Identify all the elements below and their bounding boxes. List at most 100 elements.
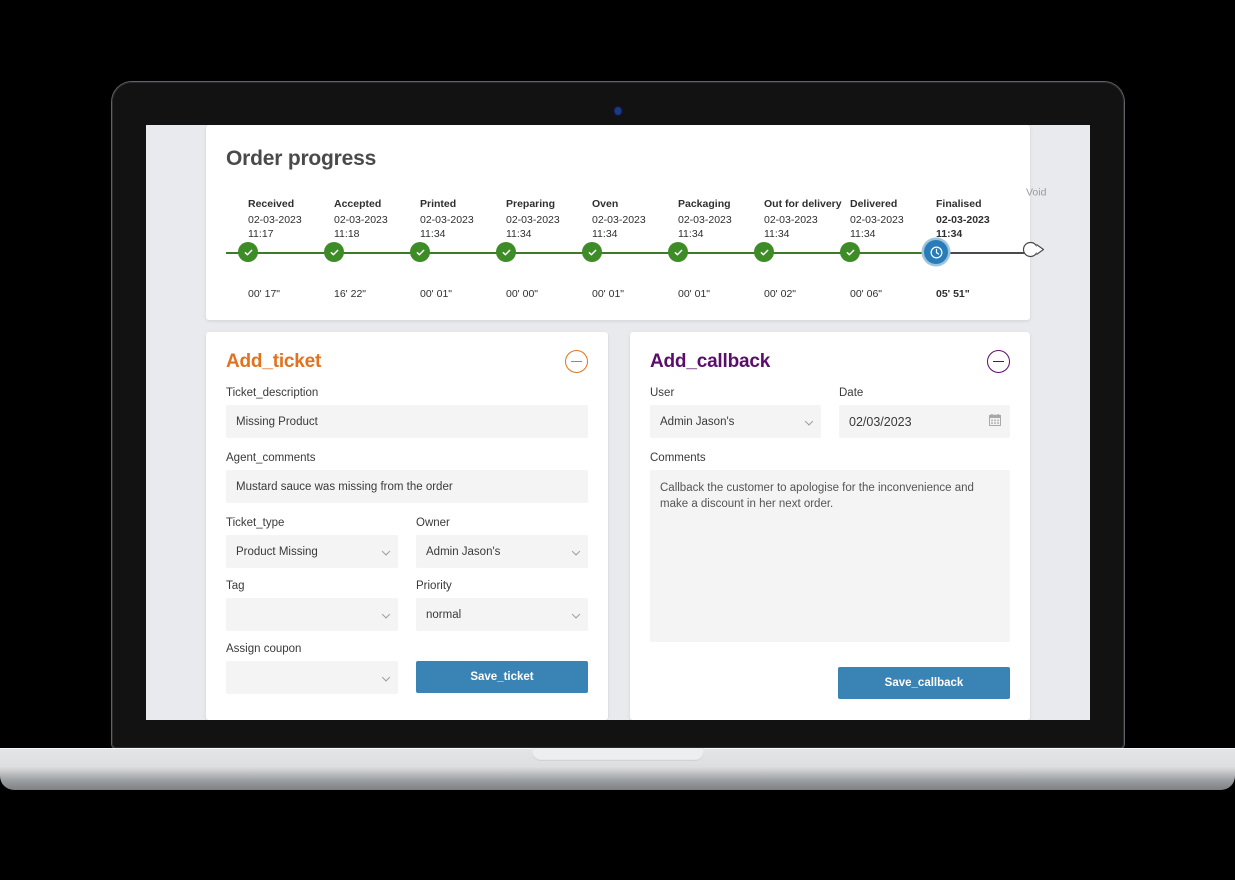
laptop-base-notch — [531, 748, 704, 761]
ticket-type-field: Ticket_type Product Missing — [226, 517, 398, 568]
timeline-step-duration: 00' 06" — [850, 288, 883, 300]
timeline-step-label: Received — [248, 198, 295, 210]
timeline-step-void[interactable]: Void — [1022, 187, 1048, 264]
tag-priority-row: Tag Priority normal — [226, 580, 588, 631]
agent-comments-input[interactable] — [226, 470, 588, 503]
minus-circle-icon[interactable] — [987, 350, 1010, 373]
order-progress-card: Order progress Received 02-03-2023 11:17 00… — [206, 125, 1046, 320]
timeline-step-date: 02-03-2023 — [850, 214, 904, 226]
timeline-step-label: Packaging — [678, 198, 731, 210]
owner-select[interactable]: Admin Jason's — [416, 535, 588, 568]
check-icon — [324, 242, 344, 262]
comments-label: Comments — [650, 452, 706, 464]
priority-field: Priority normal — [416, 580, 588, 631]
minus-bar — [993, 360, 1004, 363]
check-icon — [496, 242, 516, 262]
date-label: Date — [839, 387, 864, 399]
ticket-type-select[interactable]: Product Missing — [226, 535, 398, 568]
spacer-label — [416, 643, 588, 655]
user-field: User Admin Jason's — [650, 387, 821, 438]
priority-label: Priority — [416, 580, 452, 592]
chevron-down-icon — [571, 609, 581, 619]
ticket-type-value: Product Missing — [236, 545, 318, 558]
user-label: User — [650, 387, 675, 399]
chevron-down-icon — [381, 546, 391, 556]
add-callback-panel: Add_callback User Admin Jason's Date 02/… — [630, 332, 1030, 720]
timeline-step-time: 11:34 — [936, 228, 963, 240]
timeline-step-date: 02-03-2023 — [764, 214, 818, 226]
date-input-wrapper — [839, 405, 1010, 438]
tag-field: Tag — [226, 580, 398, 631]
timeline-step-duration: 00' 00" — [506, 288, 539, 300]
page-title: Order progress — [226, 147, 377, 170]
timeline-step-time: 11:34 — [850, 228, 876, 240]
check-icon — [238, 242, 258, 262]
timeline-step-date: 02-03-2023 — [334, 214, 388, 226]
date-input[interactable] — [839, 405, 1010, 438]
chevron-down-icon — [804, 416, 814, 426]
timeline-step-date: 02-03-2023 — [420, 214, 474, 226]
date-field: Date — [839, 387, 1010, 438]
user-value: Admin Jason's — [660, 415, 735, 428]
chevron-down-icon — [381, 609, 391, 619]
minus-bar — [571, 360, 582, 363]
timeline-step-label: Accepted — [334, 198, 382, 210]
timeline-step-label: Out for delivery — [764, 198, 842, 210]
timeline-step-label: Oven — [592, 198, 619, 210]
timeline-step-label: Finalised — [936, 198, 982, 210]
save-callback-button[interactable]: Save_callback — [838, 667, 1010, 699]
ticket-type-label: Ticket_type — [226, 517, 285, 529]
save-ticket-button[interactable]: Save_ticket — [416, 661, 588, 693]
chevron-down-icon — [381, 672, 391, 682]
tag-label: Tag — [226, 580, 245, 592]
timeline-step-date: 02-03-2023 — [936, 214, 990, 226]
timeline-step-time: 11:34 — [764, 228, 790, 240]
timeline-step-time: 11:18 — [334, 228, 360, 240]
timeline-step-duration: 00' 17" — [248, 288, 281, 300]
calendar-icon[interactable] — [988, 413, 1002, 431]
assign-coupon-select[interactable] — [226, 661, 398, 694]
laptop-screen: Order progress Received 02-03-2023 11:17 00… — [146, 125, 1090, 720]
add-ticket-header: Add_ticket — [226, 350, 588, 373]
priority-select[interactable]: normal — [416, 598, 588, 631]
ticket-type-owner-row: Ticket_type Product Missing Owner Admin … — [226, 517, 588, 568]
screenshot-stage: Order progress Received 02-03-2023 11:17 00… — [0, 0, 1235, 880]
timeline-step-time: 11:34 — [592, 228, 618, 240]
timeline-step-duration: 00' 01" — [420, 288, 453, 300]
check-icon — [582, 242, 602, 262]
timeline-void-label: Void — [1026, 186, 1047, 199]
laptop-base — [0, 748, 1235, 790]
timeline-step-label: Printed — [420, 198, 457, 210]
priority-value: normal — [426, 608, 462, 621]
tag-select[interactable] — [226, 598, 398, 631]
ticket-description-label: Ticket_description — [226, 387, 319, 399]
check-icon — [754, 242, 774, 262]
comments-textarea[interactable]: Callback the customer to apologise for t… — [650, 470, 1010, 642]
laptop-lid: Order progress Received 02-03-2023 11:17 00… — [112, 82, 1124, 748]
timeline-step-time: 11:34 — [506, 228, 532, 240]
void-circle-icon — [1022, 241, 1048, 264]
user-select[interactable]: Admin Jason's — [650, 405, 821, 438]
add-ticket-title: Add_ticket — [226, 350, 322, 372]
timeline-step-time: 11:34 — [420, 228, 446, 240]
camera-dot-icon — [614, 107, 622, 115]
add-callback-title: Add_callback — [650, 350, 771, 372]
timeline-step-label: Delivered — [850, 198, 898, 210]
coupon-save-row: Assign coupon Save_ticket — [226, 643, 588, 694]
timeline-step-duration: 00' 01" — [678, 288, 711, 300]
minus-circle-icon[interactable] — [565, 350, 588, 373]
chevron-down-icon — [571, 546, 581, 556]
timeline-step-duration: 16' 22" — [334, 288, 367, 300]
timeline-step-time: 11:17 — [248, 228, 274, 240]
assign-coupon-label: Assign coupon — [226, 643, 302, 655]
timeline-step-date: 02-03-2023 — [592, 214, 646, 226]
ticket-description-input[interactable] — [226, 405, 588, 438]
timeline-step-duration: 00' 02" — [764, 288, 797, 300]
timeline-step-date: 02-03-2023 — [506, 214, 560, 226]
user-date-row: User Admin Jason's Date — [650, 387, 1010, 438]
timeline-step-duration: 05' 51" — [936, 288, 970, 300]
check-icon — [840, 242, 860, 262]
save-callback-row: Save_callback — [650, 667, 1010, 699]
clock-icon — [924, 240, 948, 264]
owner-value: Admin Jason's — [426, 545, 501, 558]
